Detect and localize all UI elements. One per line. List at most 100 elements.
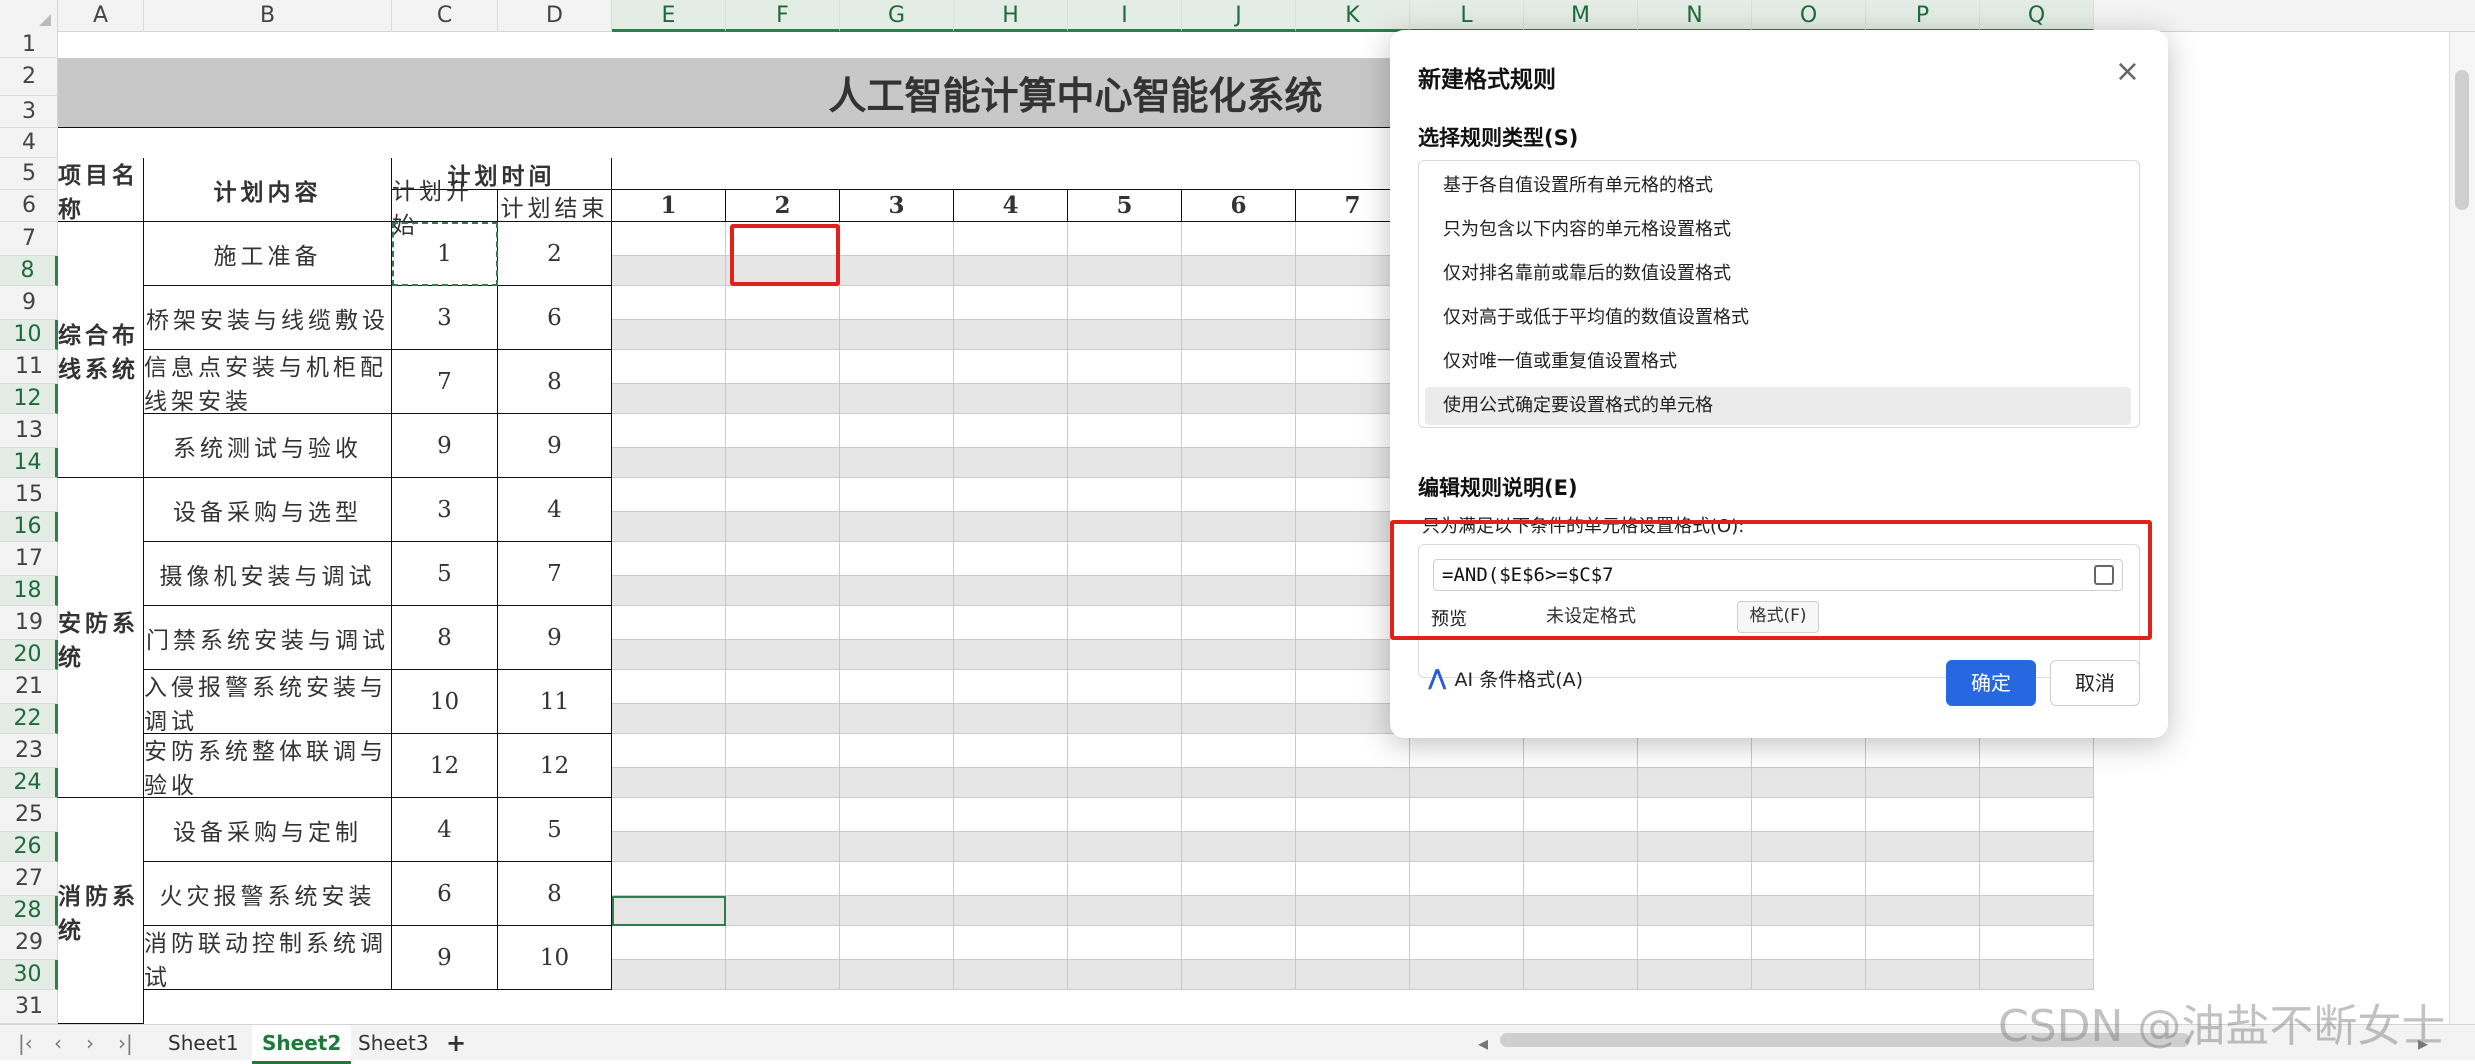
row-header-20[interactable]: 20 bbox=[0, 640, 58, 670]
gantt-cell[interactable] bbox=[612, 576, 726, 606]
gantt-cell[interactable] bbox=[1410, 798, 1524, 832]
column-header-h[interactable]: H bbox=[954, 0, 1068, 32]
gantt-cell[interactable] bbox=[954, 542, 1068, 576]
row-header-27[interactable]: 27 bbox=[0, 862, 58, 896]
tab-sheet2[interactable]: Sheet2 bbox=[252, 1025, 352, 1064]
ai-conditional-format-button[interactable]: ⋀ AI 条件格式(A) bbox=[1428, 665, 1583, 692]
gantt-cell[interactable] bbox=[840, 798, 954, 832]
gantt-cell[interactable] bbox=[1068, 222, 1182, 256]
column-header-o[interactable]: O bbox=[1752, 0, 1866, 32]
row-header-5[interactable]: 5 bbox=[0, 158, 58, 190]
gantt-cell[interactable] bbox=[1182, 576, 1296, 606]
task-name[interactable]: 摄像机安装与调试 bbox=[144, 542, 392, 606]
prev-sheet-icon[interactable]: ‹ bbox=[54, 1031, 62, 1055]
row-header-7[interactable]: 7 bbox=[0, 222, 58, 256]
header-project[interactable]: 项目名称 bbox=[58, 158, 144, 223]
column-header-e[interactable]: E bbox=[612, 0, 726, 32]
gantt-cell[interactable] bbox=[954, 286, 1068, 320]
gantt-cell[interactable] bbox=[726, 734, 840, 768]
gantt-cell[interactable] bbox=[1866, 896, 1980, 926]
row-header-10[interactable]: 10 bbox=[0, 320, 58, 350]
gantt-cell[interactable] bbox=[1866, 862, 1980, 896]
row-header-13[interactable]: 13 bbox=[0, 414, 58, 448]
gantt-cell[interactable] bbox=[1068, 414, 1182, 448]
gantt-cell[interactable] bbox=[726, 576, 840, 606]
gantt-cell[interactable] bbox=[1068, 448, 1182, 478]
gantt-cell[interactable] bbox=[840, 606, 954, 640]
row-header-30[interactable]: 30 bbox=[0, 960, 58, 990]
column-header-p[interactable]: P bbox=[1866, 0, 1980, 32]
gantt-cell[interactable] bbox=[1638, 798, 1752, 832]
gantt-cell[interactable] bbox=[612, 734, 726, 768]
gantt-cell[interactable] bbox=[840, 704, 954, 734]
gantt-cell[interactable] bbox=[612, 606, 726, 640]
gantt-cell[interactable] bbox=[954, 960, 1068, 990]
gantt-cell[interactable] bbox=[1524, 798, 1638, 832]
task-end[interactable]: 11 bbox=[498, 670, 612, 734]
group-name[interactable]: 安防系统 bbox=[58, 478, 144, 798]
tab-sheet1[interactable]: Sheet1 bbox=[158, 1025, 249, 1061]
gantt-cell[interactable] bbox=[840, 286, 954, 320]
gantt-cell[interactable] bbox=[1182, 798, 1296, 832]
gantt-cell[interactable] bbox=[726, 896, 840, 926]
gantt-cell[interactable] bbox=[1980, 768, 2094, 798]
column-header-d[interactable]: D bbox=[498, 0, 612, 32]
gantt-cell[interactable] bbox=[1182, 768, 1296, 798]
row-header-3[interactable]: 3 bbox=[0, 96, 58, 128]
gantt-cell[interactable] bbox=[840, 670, 954, 704]
gantt-cell[interactable] bbox=[1182, 350, 1296, 384]
task-name[interactable]: 安防系统整体联调与验收 bbox=[144, 734, 392, 799]
gantt-cell[interactable] bbox=[1182, 448, 1296, 478]
gantt-cell[interactable] bbox=[1068, 768, 1182, 798]
row-header-22[interactable]: 22 bbox=[0, 704, 58, 734]
gantt-cell[interactable] bbox=[954, 862, 1068, 896]
gantt-cell[interactable] bbox=[726, 478, 840, 512]
gantt-cell[interactable] bbox=[840, 542, 954, 576]
gantt-cell[interactable] bbox=[1182, 222, 1296, 256]
row-header-31[interactable]: 31 bbox=[0, 990, 58, 1024]
gantt-cell[interactable] bbox=[1182, 256, 1296, 286]
column-header-c[interactable]: C bbox=[392, 0, 498, 32]
gantt-cell[interactable] bbox=[1068, 704, 1182, 734]
gantt-cell[interactable] bbox=[954, 512, 1068, 542]
gantt-cell[interactable] bbox=[840, 832, 954, 862]
gantt-cell[interactable] bbox=[954, 384, 1068, 414]
gantt-cell[interactable] bbox=[1752, 926, 1866, 960]
rule-type-item[interactable]: 只为包含以下内容的单元格设置格式 bbox=[1425, 211, 2131, 249]
gantt-cell[interactable] bbox=[954, 414, 1068, 448]
row-header-8[interactable]: 8 bbox=[0, 256, 58, 286]
task-name[interactable]: 入侵报警系统安装与调试 bbox=[144, 670, 392, 735]
vertical-scroll-thumb[interactable] bbox=[2455, 70, 2469, 210]
row-header-12[interactable]: 12 bbox=[0, 384, 58, 414]
gantt-cell[interactable] bbox=[726, 768, 840, 798]
task-name[interactable]: 信息点安装与机柜配线架安装 bbox=[144, 350, 392, 415]
gantt-cell[interactable] bbox=[612, 256, 726, 286]
row-header-2[interactable]: 2 bbox=[0, 58, 58, 96]
gantt-cell[interactable] bbox=[954, 350, 1068, 384]
gantt-cell[interactable] bbox=[1182, 320, 1296, 350]
gantt-cell[interactable] bbox=[612, 350, 726, 384]
task-name[interactable]: 火灾报警系统安装 bbox=[144, 862, 392, 926]
gantt-cell[interactable] bbox=[726, 384, 840, 414]
gantt-cell[interactable] bbox=[840, 256, 954, 286]
task-end[interactable]: 9 bbox=[498, 414, 612, 478]
gantt-cell[interactable] bbox=[1410, 896, 1524, 926]
task-start[interactable]: 3 bbox=[392, 286, 498, 350]
column-header-f[interactable]: F bbox=[726, 0, 840, 32]
gantt-cell[interactable] bbox=[726, 448, 840, 478]
gantt-cell[interactable] bbox=[840, 222, 954, 256]
row-header-9[interactable]: 9 bbox=[0, 286, 58, 320]
select-all-corner[interactable] bbox=[0, 0, 58, 32]
gantt-cell[interactable] bbox=[612, 222, 726, 256]
gantt-cell[interactable] bbox=[1980, 960, 2094, 990]
gantt-cell[interactable] bbox=[840, 576, 954, 606]
task-end[interactable]: 8 bbox=[498, 862, 612, 926]
gantt-cell[interactable] bbox=[612, 768, 726, 798]
gantt-cell[interactable] bbox=[1752, 896, 1866, 926]
gantt-cell[interactable] bbox=[1638, 960, 1752, 990]
gantt-cell[interactable] bbox=[1638, 862, 1752, 896]
task-start[interactable]: 9 bbox=[392, 414, 498, 478]
task-start[interactable]: 10 bbox=[392, 670, 498, 734]
gantt-cell[interactable] bbox=[1068, 606, 1182, 640]
gantt-cell[interactable] bbox=[726, 414, 840, 448]
